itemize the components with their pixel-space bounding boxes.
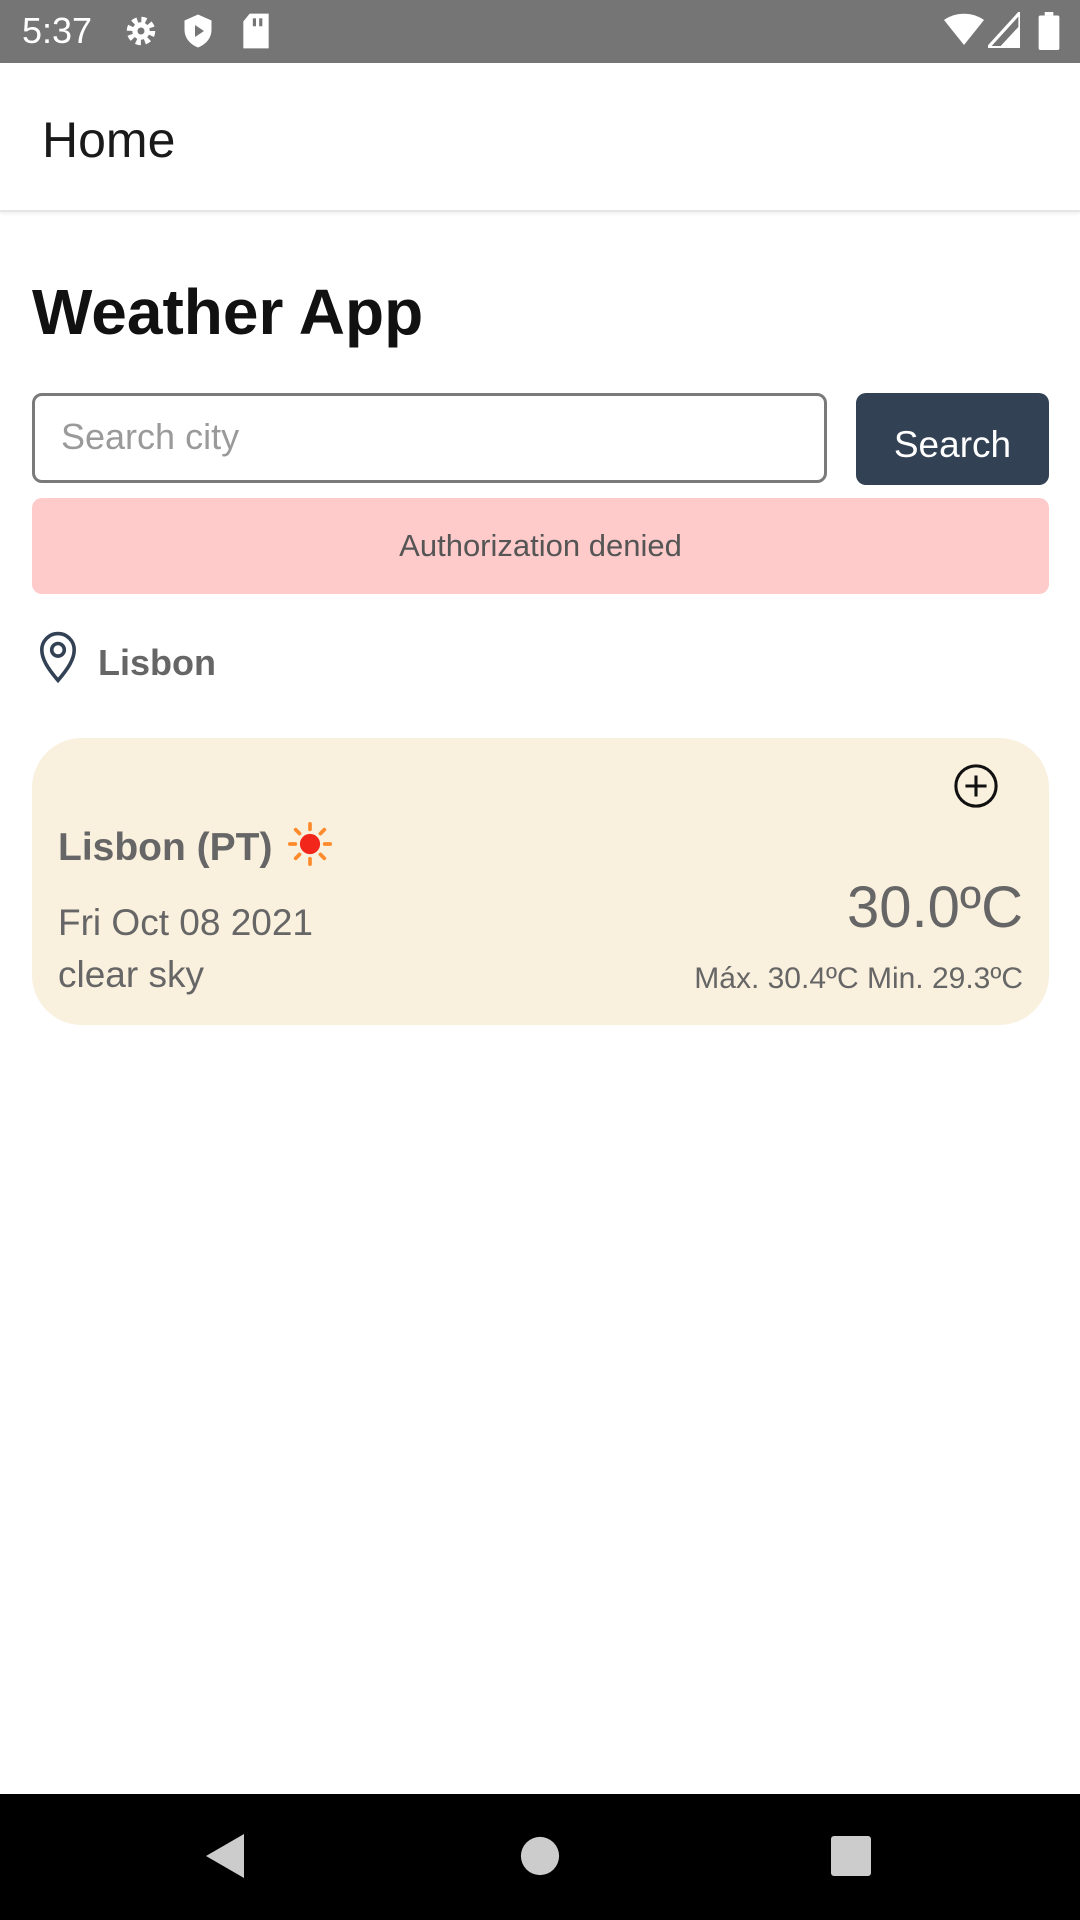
city-name: Lisbon (PT) xyxy=(58,826,273,869)
add-circle-icon[interactable] xyxy=(953,763,999,814)
status-bar: 5:37 xyxy=(0,0,1080,63)
search-placeholder: Search city xyxy=(61,416,240,457)
weather-date: Fri Oct 08 2021 xyxy=(58,902,314,943)
recents-icon[interactable] xyxy=(829,1832,873,1885)
sd-card-icon xyxy=(240,12,272,55)
app-bar: Home xyxy=(0,63,1080,212)
page-title: Weather App xyxy=(32,276,424,348)
sun-icon xyxy=(288,822,332,871)
search-input[interactable]: Search city xyxy=(32,393,827,483)
battery-icon xyxy=(1038,12,1060,55)
weather-temperature: 30.0ºC xyxy=(847,875,1023,940)
location-pin-icon xyxy=(36,630,80,689)
home-icon[interactable] xyxy=(519,1832,561,1885)
app-bar-title: Home xyxy=(42,112,176,168)
error-alert: Authorization denied xyxy=(32,498,1049,594)
navigation-bar xyxy=(0,1794,1080,1920)
shield-icon xyxy=(180,12,216,55)
wifi-icon xyxy=(944,12,984,53)
search-button[interactable]: Search xyxy=(856,393,1049,485)
status-time: 5:37 xyxy=(22,10,93,51)
weather-card[interactable]: Lisbon (PT) Fri Oct 08 2021 clear sky 30… xyxy=(32,738,1049,1025)
weather-min-max: Máx. 30.4ºC Min. 29.3ºC xyxy=(694,962,1023,995)
settings-icon xyxy=(122,12,160,55)
signal-icon xyxy=(984,8,1022,53)
location-label: Lisbon xyxy=(98,642,216,683)
back-icon[interactable] xyxy=(204,1832,248,1885)
weather-description: clear sky xyxy=(58,954,204,995)
